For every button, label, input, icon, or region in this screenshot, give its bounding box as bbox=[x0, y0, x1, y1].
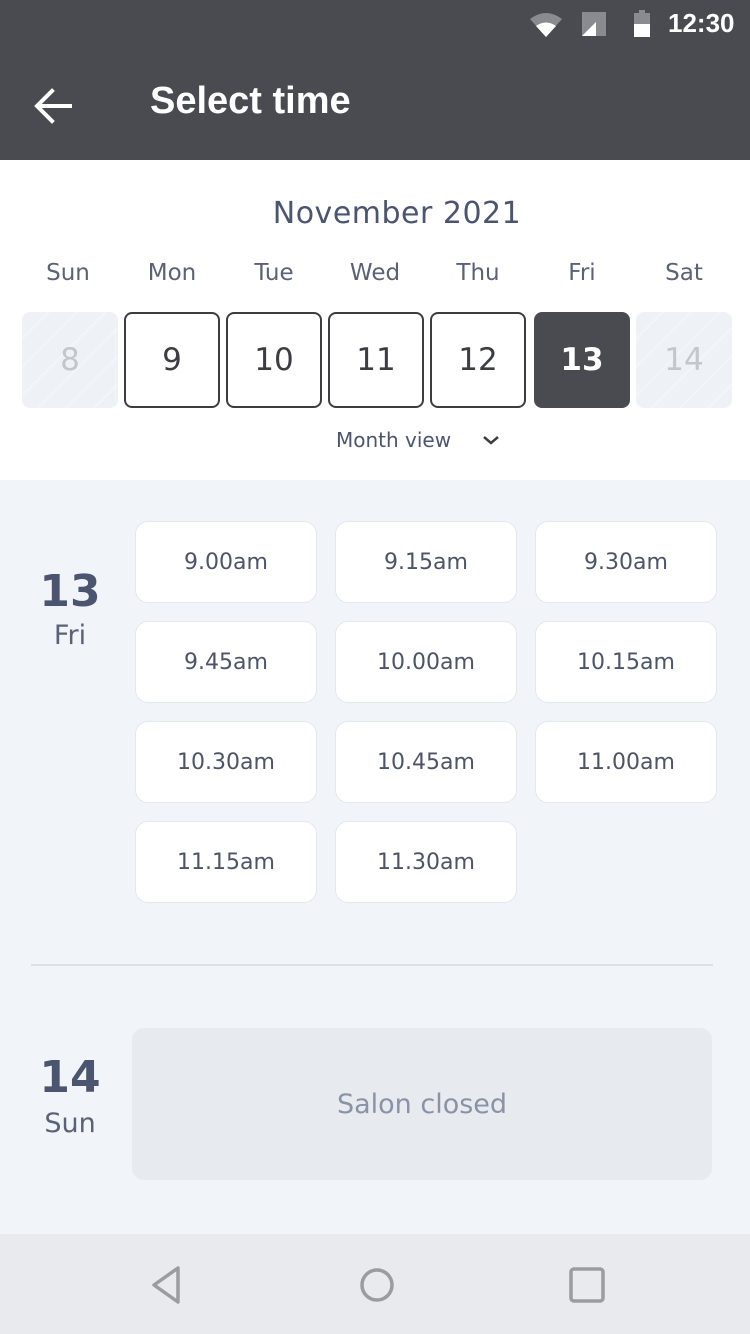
time-slot[interactable]: 11.00am bbox=[536, 722, 716, 802]
time-slot[interactable]: 10.30am bbox=[136, 722, 316, 802]
day-10[interactable]: 10 bbox=[226, 312, 322, 408]
day-13-selected[interactable]: 13 bbox=[534, 312, 630, 408]
weekday-label: Sat bbox=[665, 260, 703, 286]
back-arrow-icon[interactable] bbox=[30, 83, 76, 129]
day-14-disabled: 14 bbox=[636, 312, 732, 408]
weekday-label: Wed bbox=[349, 260, 401, 286]
month-view-toggle[interactable]: Month view bbox=[336, 428, 501, 452]
home-circle-icon[interactable] bbox=[357, 1264, 397, 1306]
back-triangle-icon[interactable] bbox=[148, 1264, 188, 1306]
weekday-label: Sun bbox=[46, 260, 90, 286]
weekday-label: Fri bbox=[568, 260, 596, 286]
weekday-label: Tue bbox=[254, 260, 294, 286]
time-slot[interactable]: 9.30am bbox=[536, 522, 716, 602]
battery-icon bbox=[634, 10, 650, 37]
month-label: November 2021 bbox=[272, 196, 522, 231]
status-time: 12:30 bbox=[668, 8, 735, 38]
page-title: Select time bbox=[150, 80, 351, 122]
weekday-label: Thu bbox=[456, 260, 500, 286]
status-bar: 12:30 bbox=[0, 0, 750, 50]
day-divider bbox=[31, 964, 713, 966]
time-slot[interactable]: 9.15am bbox=[336, 522, 516, 602]
time-slot[interactable]: 10.15am bbox=[536, 622, 716, 702]
time-slot[interactable]: 10.00am bbox=[336, 622, 516, 702]
day-12[interactable]: 12 bbox=[430, 312, 526, 408]
salon-closed-notice: Salon closed bbox=[132, 1028, 712, 1180]
week-calendar: November 2021 Sun Mon Tue Wed Thu Fri Sa… bbox=[0, 160, 750, 480]
cellular-signal-icon bbox=[582, 12, 606, 36]
day-11[interactable]: 11 bbox=[328, 312, 424, 408]
date-weekday: Sun bbox=[44, 1108, 96, 1139]
day-8-disabled: 8 bbox=[22, 312, 118, 408]
time-slot[interactable]: 11.30am bbox=[336, 822, 516, 902]
day-9[interactable]: 9 bbox=[124, 312, 220, 408]
month-view-label: Month view bbox=[336, 428, 452, 452]
wifi-icon bbox=[530, 13, 562, 37]
time-slot[interactable]: 10.45am bbox=[336, 722, 516, 802]
date-number: 13 bbox=[39, 566, 101, 617]
time-slot[interactable]: 11.15am bbox=[136, 822, 316, 902]
time-slot[interactable]: 9.45am bbox=[136, 622, 316, 702]
weekday-label: Mon bbox=[147, 260, 197, 286]
time-slot[interactable]: 9.00am bbox=[136, 522, 316, 602]
date-weekday: Fri bbox=[53, 620, 87, 651]
system-nav-bar bbox=[0, 1234, 750, 1334]
time-slots-section: 13 Fri 9.00am 9.15am 9.30am 9.45am 10.00… bbox=[0, 480, 750, 1234]
chevron-down-icon bbox=[483, 436, 499, 445]
app-bar: Select time bbox=[0, 50, 750, 160]
recents-square-icon[interactable] bbox=[567, 1264, 607, 1306]
date-number: 14 bbox=[39, 1052, 101, 1103]
